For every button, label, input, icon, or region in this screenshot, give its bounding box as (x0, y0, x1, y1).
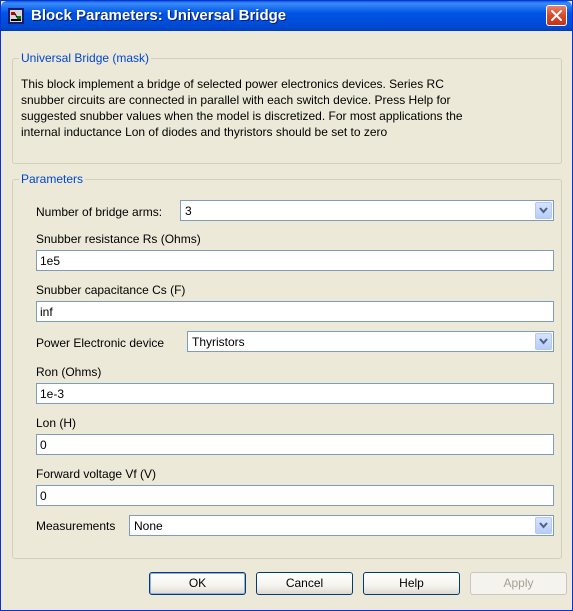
close-button[interactable] (546, 5, 567, 26)
description-line: snubber circuits are connected in parall… (21, 93, 451, 107)
bridge-arms-dropdown-button[interactable] (535, 202, 552, 219)
dialog-title: Block Parameters: Universal Bridge (31, 7, 287, 24)
device-dropdown[interactable]: Thyristors (187, 331, 554, 352)
device-label: Power Electronic device (36, 336, 165, 350)
forward-voltage-label: Forward voltage Vf (V) (36, 467, 157, 481)
title-bar[interactable]: Block Parameters: Universal Bridge (1, 1, 572, 31)
device-dropdown-button[interactable] (535, 333, 552, 350)
lon-field[interactable] (36, 434, 554, 455)
mask-group-legend: Universal Bridge (mask) (19, 51, 152, 65)
simulink-block-icon (8, 8, 24, 24)
ron-field[interactable] (36, 383, 554, 404)
snubber-capacitance-label: Snubber capacitance Cs (F) (36, 283, 186, 297)
measurements-label: Measurements (36, 519, 116, 533)
bridge-arms-label: Number of bridge arms: (36, 205, 163, 219)
lon-label: Lon (H) (36, 416, 77, 430)
measurements-dropdown[interactable]: None (129, 515, 554, 536)
ron-label: Ron (Ohms) (36, 365, 102, 379)
bridge-arms-dropdown[interactable]: 3 (180, 200, 554, 221)
snubber-resistance-label: Snubber resistance Rs (Ohms) (36, 232, 201, 246)
measurements-dropdown-button[interactable] (535, 517, 552, 534)
snubber-capacitance-field[interactable] (36, 301, 554, 322)
mask-description: This block implement a bridge of selecte… (21, 76, 551, 140)
forward-voltage-field[interactable] (36, 485, 554, 506)
parameters-group-legend: Parameters (19, 172, 86, 186)
measurements-value: None (134, 519, 163, 533)
help-button[interactable]: Help (363, 572, 460, 595)
chevron-down-icon (539, 522, 548, 529)
bridge-arms-value: 3 (185, 204, 192, 218)
cancel-button[interactable]: Cancel (256, 572, 353, 595)
description-line: This block implement a bridge of selecte… (21, 77, 444, 91)
chevron-down-icon (539, 207, 548, 214)
description-line: suggested snubber values when the model … (21, 109, 463, 123)
device-value: Thyristors (192, 335, 245, 349)
chevron-down-icon (539, 338, 548, 345)
close-icon (551, 10, 562, 21)
ok-button[interactable]: OK (149, 572, 246, 595)
description-line: internal inductance Lon of diodes and th… (21, 125, 388, 139)
block-parameters-dialog: Block Parameters: Universal Bridge Unive… (0, 0, 573, 611)
snubber-resistance-field[interactable] (36, 250, 554, 271)
apply-button[interactable]: Apply (470, 572, 567, 595)
